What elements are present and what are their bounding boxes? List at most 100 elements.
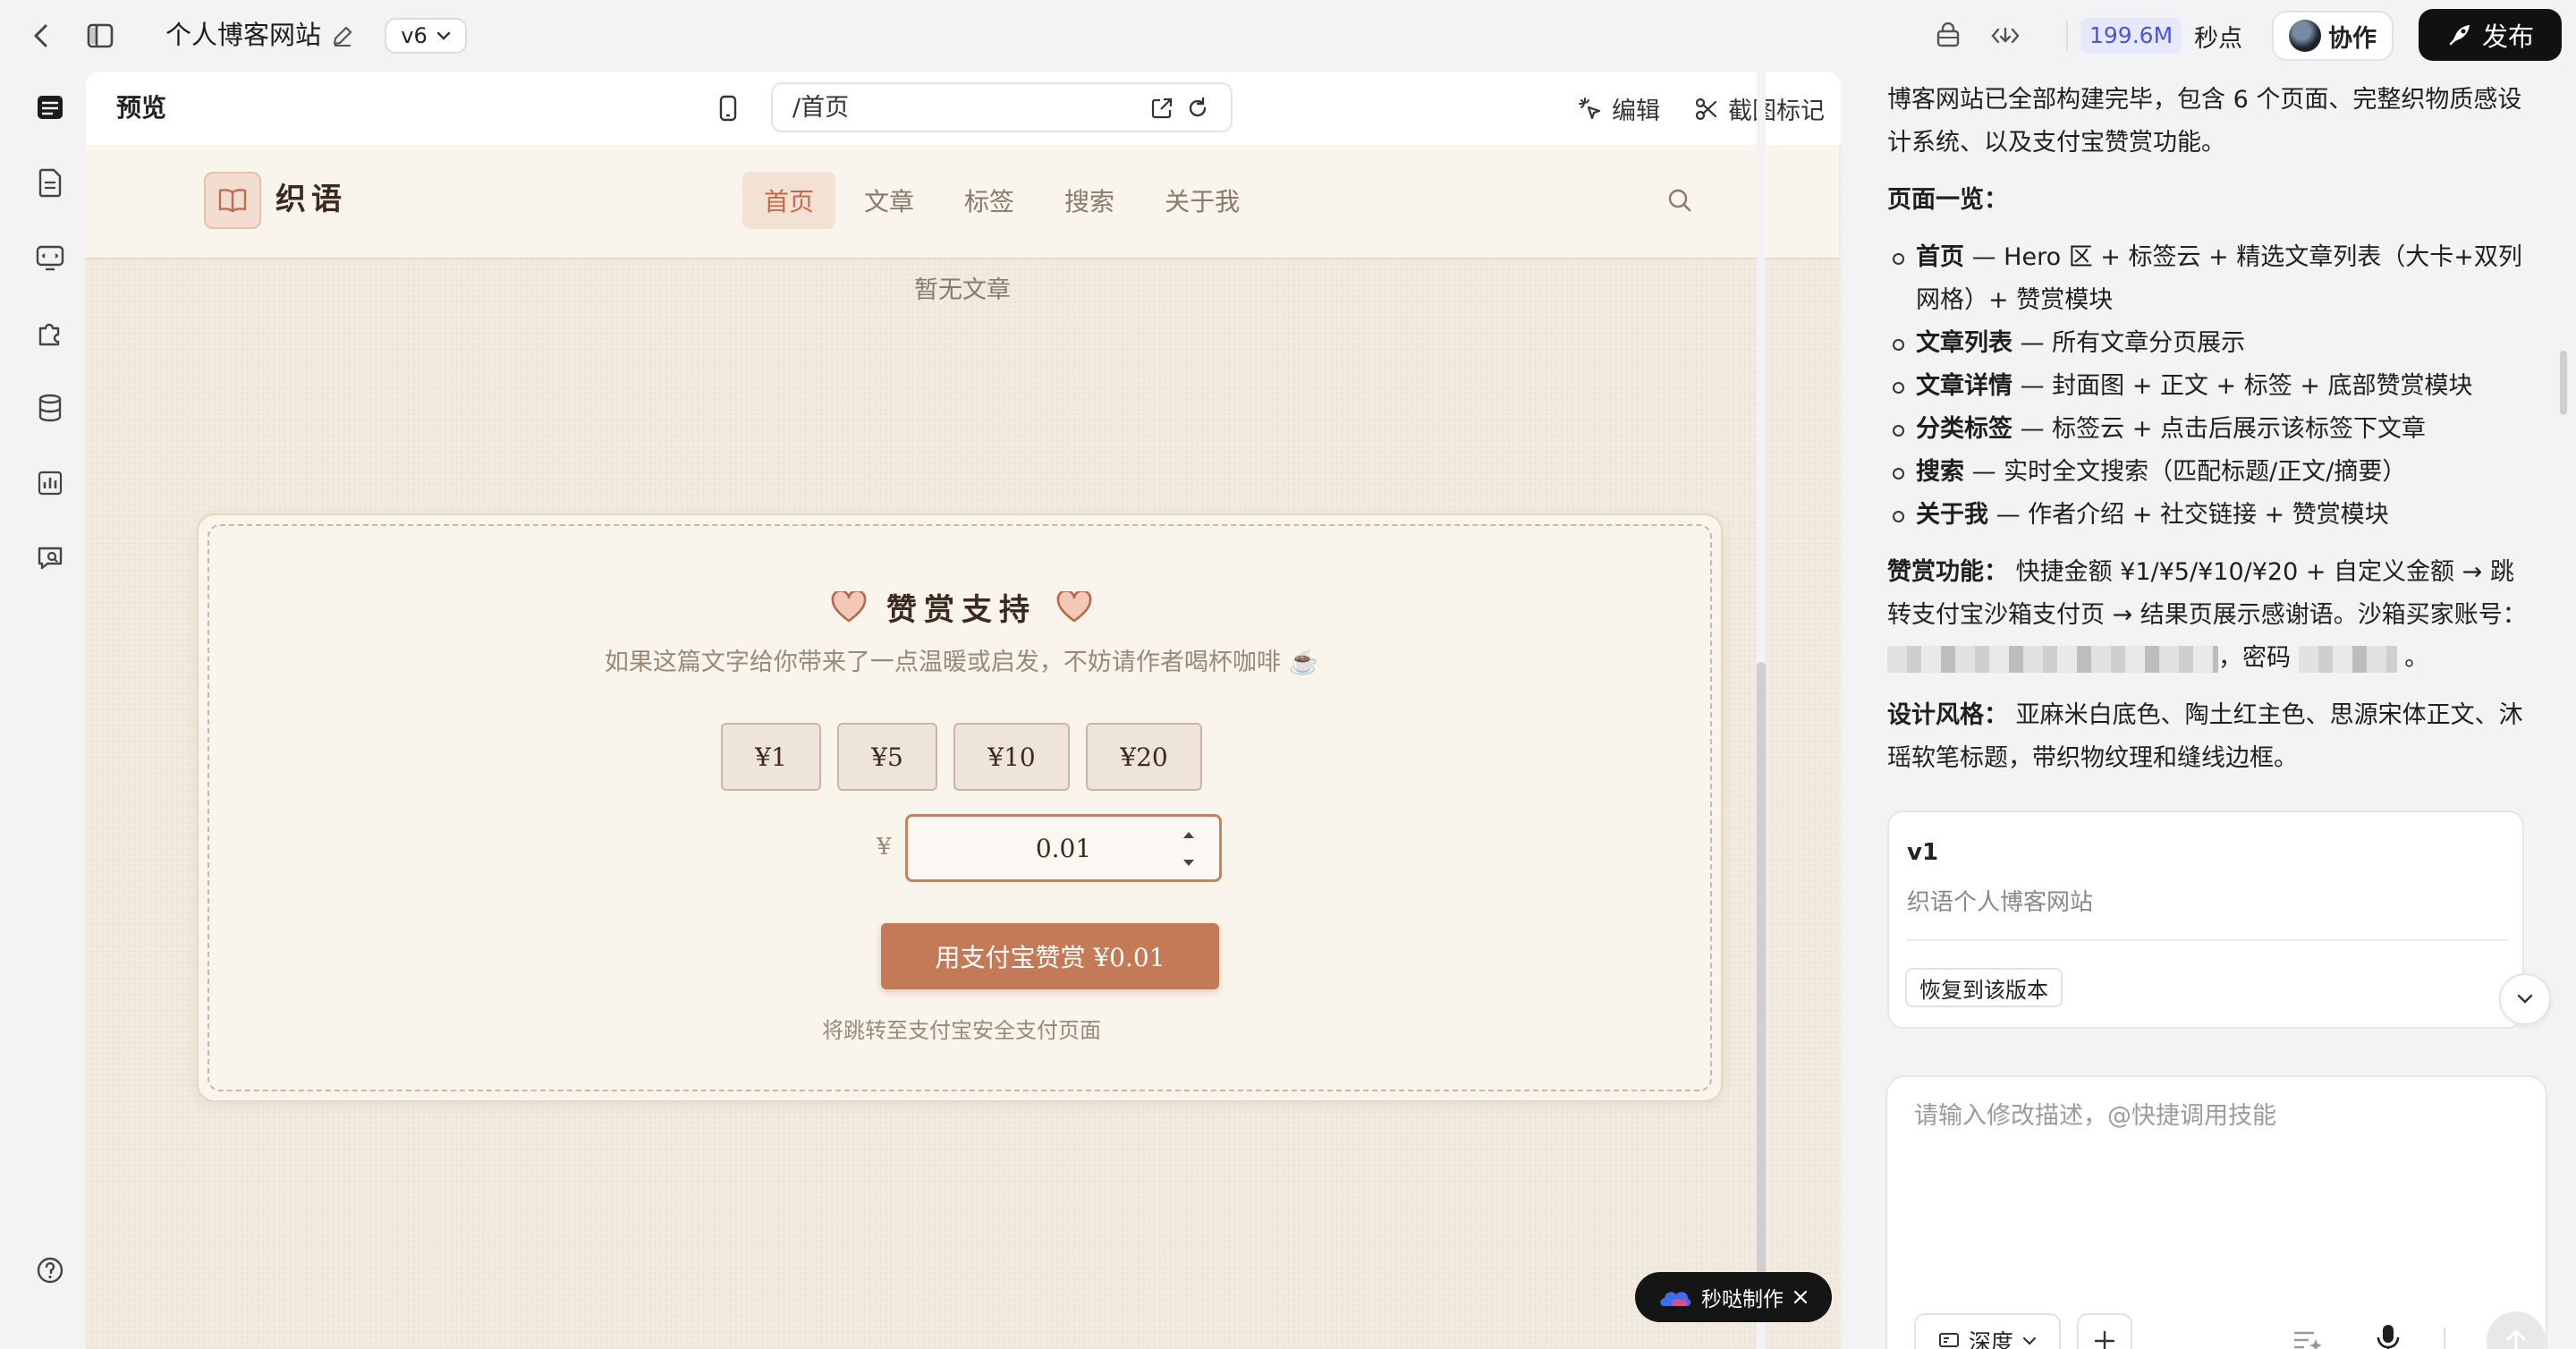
scroll-down-button[interactable] <box>2499 973 2551 1025</box>
scissors-icon <box>1695 98 1717 120</box>
message-composer: 深度 <box>1885 1075 2547 1349</box>
send-button[interactable] <box>2487 1311 2546 1349</box>
tip-title: 赞赏支持 <box>886 592 1037 628</box>
heart-icon <box>1056 590 1092 622</box>
nav-articles[interactable]: 文章 <box>843 172 936 229</box>
version-select[interactable]: v6 <box>385 18 467 54</box>
amount-button[interactable]: ¥1 <box>721 723 821 791</box>
nav-search[interactable]: 搜索 <box>1043 172 1136 229</box>
nav-about[interactable]: 关于我 <box>1143 172 1261 229</box>
custom-amount-input[interactable]: 0.01 <box>905 814 1222 882</box>
redacted-account <box>1887 645 2218 673</box>
tip-text-end: 。 <box>2404 644 2429 672</box>
list-item-name: 分类标签 <box>1916 415 2012 443</box>
credits: 199.6M 秒点 <box>2066 18 2242 54</box>
url-bar[interactable]: /首页 <box>771 82 1233 132</box>
back-icon[interactable] <box>25 20 57 52</box>
list-item-name: 文章列表 <box>1916 329 2012 357</box>
site-nav: 织语 首页 文章 标签 搜索 关于我 <box>86 145 1839 259</box>
amount-button[interactable]: ¥5 <box>837 723 937 791</box>
style-heading: 设计风格： <box>1887 701 2008 729</box>
list-item-name: 关于我 <box>1916 501 1988 529</box>
alipay-tip-button[interactable]: 用支付宝赞赏 ¥0.01 <box>881 923 1219 989</box>
tip-card: 赞赏支持 如果这篇文字给你带来了一点温暖或启发，不妨请作者喝杯咖啡 ☕ ¥1 ¥… <box>197 513 1723 1102</box>
depth-label: 深度 <box>1968 1329 2013 1349</box>
cursor-sparkle-icon <box>1579 97 1601 119</box>
pages-list: 首页 — Hero 区 + 标签云 + 精选文章列表（大卡+双列网格）+ 赞赏模… <box>1887 236 2531 537</box>
preview-panel: 预览 /首页 编辑 截图标记 织语 首页 文章 标签 搜索 关于我 暂无文章 赞… <box>86 72 1841 1349</box>
chevron-down-icon <box>2022 1336 2037 1345</box>
book-icon <box>218 189 247 213</box>
code-diff-icon[interactable] <box>1987 18 2023 54</box>
close-icon[interactable] <box>1792 1289 1809 1305</box>
collab-label: 协作 <box>2328 24 2377 53</box>
publish-button[interactable]: 发布 <box>2419 9 2562 61</box>
search-icon[interactable] <box>1664 184 1696 216</box>
chat-search-icon[interactable] <box>18 526 82 590</box>
amount-button[interactable]: ¥10 <box>953 723 1070 791</box>
list-sparkle-icon[interactable] <box>2288 1320 2327 1349</box>
monitor-icon[interactable] <box>18 225 82 290</box>
version-subtitle: 织语个人博客网站 <box>1907 889 2094 916</box>
puzzle-icon[interactable] <box>18 301 82 365</box>
nav-home[interactable]: 首页 <box>742 172 836 229</box>
amount-button[interactable]: ¥20 <box>1086 723 1202 791</box>
help-icon[interactable] <box>18 1238 82 1302</box>
document-icon[interactable] <box>18 150 82 215</box>
edit-pencil-icon[interactable] <box>327 20 358 52</box>
restore-version-button[interactable]: 恢复到该版本 <box>1905 968 2063 1007</box>
list-item: 文章详情 — 封面图 + 正文 + 标签 + 底部赞赏模块 <box>1887 365 2531 408</box>
prompt-input[interactable] <box>1914 1099 2522 1224</box>
chevron-down-icon <box>436 31 450 40</box>
monitor-icon <box>1938 1333 1959 1347</box>
made-with-label: 秒哒制作 <box>1701 1288 1784 1311</box>
list-item-name: 搜索 <box>1916 458 1964 486</box>
depth-select[interactable]: 深度 <box>1914 1313 2061 1349</box>
tip-text-password: ，密码 <box>2218 644 2291 672</box>
refresh-icon[interactable] <box>1184 95 1211 122</box>
edit-tool[interactable]: 编辑 <box>1578 91 1660 126</box>
message-intro: 博客网站已全部构建完毕，包含 6 个页面、完整织物质感设计系统、以及支付宝赞赏功… <box>1887 86 2522 157</box>
list-item-name: 文章详情 <box>1916 372 2012 400</box>
mic-icon[interactable] <box>2368 1319 2408 1349</box>
list-item-desc: — 封面图 + 正文 + 标签 + 底部赞赏模块 <box>2012 372 2473 400</box>
tip-description: 如果这篇文字给你带来了一点温暖或启发，不妨请作者喝杯咖啡 ☕ <box>604 649 1319 676</box>
redacted-password <box>2298 645 2397 673</box>
external-link-icon[interactable] <box>1148 95 1175 122</box>
bag-icon[interactable] <box>1930 18 1966 54</box>
amount-options: ¥1 ¥5 ¥10 ¥20 <box>199 723 1724 791</box>
left-rail <box>18 75 82 1349</box>
logo[interactable] <box>204 172 261 229</box>
url-text: /首页 <box>792 94 850 122</box>
divider <box>2066 21 2068 51</box>
preview-scrollbar-thumb[interactable] <box>1757 662 1766 1276</box>
chevron-down-icon <box>2517 994 2533 1004</box>
phone-icon[interactable] <box>712 91 744 125</box>
list-item: 首页 — Hero 区 + 标签云 + 精选文章列表（大卡+双列网格）+ 赞赏模… <box>1887 236 2531 322</box>
avatar <box>2289 20 2321 52</box>
list-item-desc: — 标签云 + 点击后展示该标签下文章 <box>2012 415 2426 443</box>
version-title: v1 <box>1907 839 1939 866</box>
bar-chart-icon[interactable] <box>18 451 82 515</box>
site-nav-links: 首页 文章 标签 搜索 关于我 <box>742 172 1261 229</box>
publish-label: 发布 <box>2481 21 2534 52</box>
quantity-stepper[interactable] <box>1180 831 1198 867</box>
nav-tags[interactable]: 标签 <box>943 172 1036 229</box>
layers-icon[interactable] <box>18 75 82 140</box>
arrow-up-icon <box>2506 1329 2526 1349</box>
design-style-paragraph: 设计风格： 亚麻米白底色、陶土红主色、思源宋体正文、沐瑶软笔标题，带织物纹理和缝… <box>1887 694 2531 780</box>
rocket-icon <box>2449 25 2470 46</box>
add-attachment-button[interactable] <box>2077 1313 2132 1349</box>
chat-scrollbar-thumb[interactable] <box>2560 351 2567 415</box>
currency-label: ¥ <box>877 834 892 861</box>
tip-feature-paragraph: 赞赏功能： 快捷金额 ¥1/¥5/¥10/¥20 + 自定义金额 → 跳转支付宝… <box>1887 551 2531 680</box>
list-item: 文章列表 — 所有文章分页展示 <box>1887 322 2531 365</box>
preview-label: 预览 <box>116 93 167 123</box>
list-item: 关于我 — 作者介绍 + 社交链接 + 赞赏模块 <box>1887 494 2531 537</box>
app-title: 个人博客网站 <box>165 20 322 50</box>
made-with-badge[interactable]: 秒哒制作 <box>1635 1272 1832 1322</box>
sidebar-toggle-icon[interactable] <box>82 18 118 54</box>
collab-button[interactable]: 协作 <box>2272 11 2394 61</box>
chat-panel: 博客网站已全部构建完毕，包含 6 个页面、完整织物质感设计系统、以及支付宝赞赏功… <box>1855 72 2576 1349</box>
database-icon[interactable] <box>18 376 82 440</box>
